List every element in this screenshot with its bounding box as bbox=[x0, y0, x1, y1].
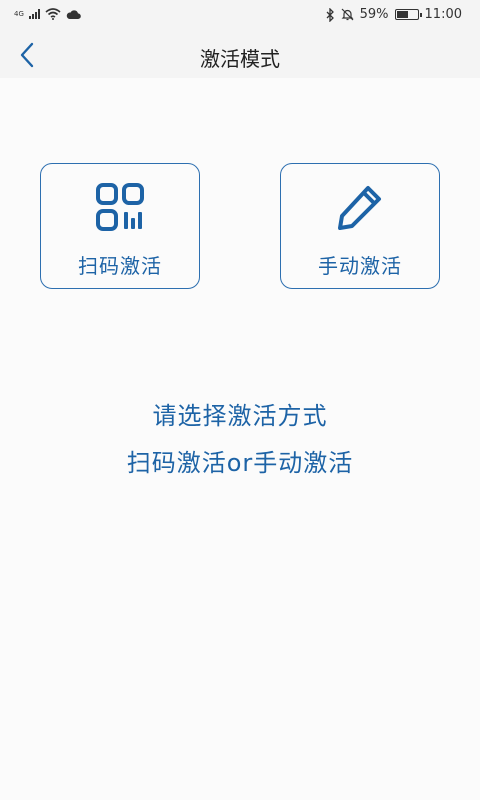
network-type-label: 4G bbox=[14, 9, 24, 18]
wifi-icon bbox=[45, 8, 61, 20]
app-header: 激活模式 bbox=[0, 32, 480, 78]
status-right: 59% 11:00 bbox=[326, 7, 462, 22]
mute-bell-icon bbox=[341, 8, 354, 21]
status-bar: 4G 59% 11:00 bbox=[0, 0, 480, 32]
scan-activate-label: 扫码激活 bbox=[78, 254, 162, 278]
battery-icon bbox=[394, 9, 422, 20]
status-left: 4G bbox=[14, 8, 81, 20]
manual-activate-button[interactable]: 手动激活 bbox=[280, 163, 440, 289]
battery-percent: 59% bbox=[359, 7, 389, 22]
hint-line-1: 请选择激活方式 bbox=[152, 402, 328, 430]
signal-icon bbox=[28, 9, 40, 19]
pencil-icon bbox=[338, 186, 381, 230]
hint-line-2: 扫码激活or手动激活 bbox=[126, 449, 354, 477]
battery-level-fill bbox=[396, 11, 408, 18]
scan-activate-button[interactable]: 扫码激活 bbox=[40, 163, 200, 289]
manual-activate-label: 手动激活 bbox=[318, 254, 402, 278]
status-time: 11:00 bbox=[424, 7, 462, 22]
page-title: 激活模式 bbox=[200, 47, 280, 71]
bluetooth-icon bbox=[326, 7, 334, 22]
cloud-icon bbox=[66, 9, 81, 19]
qr-code-icon bbox=[96, 183, 144, 231]
